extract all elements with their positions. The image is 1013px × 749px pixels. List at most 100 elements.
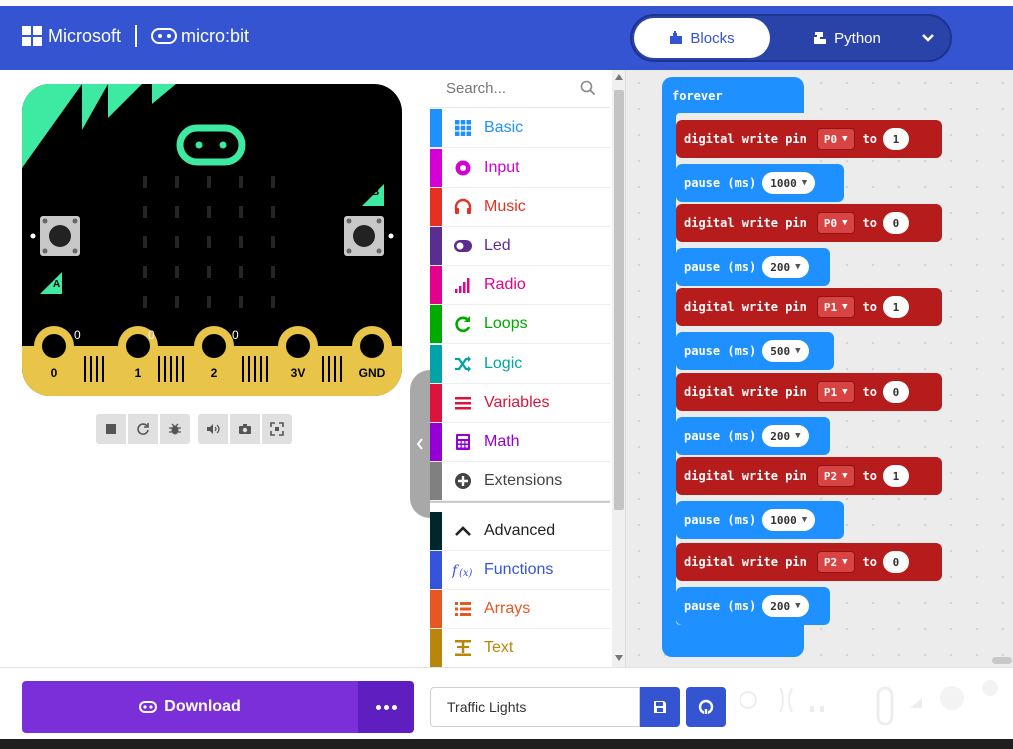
pause-value-dropdown[interactable]: 500 ▼ — [762, 340, 809, 362]
digital-write-block[interactable]: digital write pin P1 ▼ to 0 — [676, 373, 942, 411]
workspace-scrollbar[interactable] — [992, 657, 1012, 664]
pin-dropdown[interactable]: P2 ▼ — [816, 465, 855, 487]
pause-label: pause (ms) — [684, 513, 757, 527]
input-icon — [452, 157, 474, 179]
category-extensions[interactable]: Extensions — [430, 462, 610, 501]
category-basic[interactable]: Basic — [430, 109, 610, 148]
pin-output-value[interactable]: 0 — [882, 381, 909, 403]
category-label: Text — [484, 639, 514, 656]
blocks-tab[interactable]: Blocks — [634, 18, 770, 58]
toolbox-search[interactable]: Search... — [430, 70, 610, 108]
pin-readout-2: 0 — [232, 328, 239, 342]
pin-output-value[interactable]: 0 — [882, 212, 909, 234]
pause-label: pause (ms) — [684, 176, 757, 190]
github-button[interactable] — [686, 687, 726, 727]
pause-value-dropdown[interactable]: 200 ▼ — [762, 256, 809, 278]
pause-block[interactable]: pause (ms) 1000 ▼ — [676, 164, 844, 202]
pause-value: 200 — [770, 260, 791, 274]
pin-label-3v: 3V — [290, 366, 306, 380]
pin-dropdown[interactable]: P0 ▼ — [816, 128, 855, 150]
save-button[interactable] — [640, 687, 680, 727]
pause-value-dropdown[interactable]: 1000 ▼ — [762, 172, 816, 194]
signal-icon — [452, 274, 474, 296]
language-dropdown[interactable] — [910, 18, 946, 58]
scroll-thumb[interactable] — [614, 90, 624, 510]
pin-dropdown[interactable]: P1 ▼ — [816, 296, 855, 318]
category-logic[interactable]: Logic — [430, 345, 610, 384]
pause-block[interactable]: pause (ms) 1000 ▼ — [676, 501, 844, 539]
python-tab-label: Python — [834, 29, 881, 47]
project-name-input[interactable] — [430, 687, 640, 727]
chevron-down-icon — [922, 34, 934, 42]
caret-down-icon: ▼ — [842, 302, 848, 312]
pause-block[interactable]: pause (ms) 200 ▼ — [676, 417, 830, 455]
digital-write-block[interactable]: digital write pin P0 ▼ to 0 — [676, 204, 942, 242]
digital-write-label: digital write pin — [684, 216, 807, 230]
search-icon — [580, 80, 596, 96]
screenshot-button[interactable] — [230, 414, 260, 444]
stop-button[interactable] — [96, 414, 126, 444]
button-a-label: A — [53, 279, 61, 290]
pin-output-value[interactable]: 1 — [882, 465, 909, 487]
collapse-simulator-tab[interactable] — [410, 370, 430, 518]
pause-value-dropdown[interactable]: 200 ▼ — [762, 595, 809, 617]
pause-value: 1000 — [770, 176, 797, 190]
pause-value-dropdown[interactable]: 1000 ▼ — [762, 509, 816, 531]
digital-write-block[interactable]: digital write pin P1 ▼ to 1 — [676, 288, 942, 326]
blocks-workspace[interactable]: forever digital write pin P0 ▼ to 1 pause (ms… — [626, 70, 1013, 667]
category-arrays[interactable]: Arrays — [430, 590, 610, 629]
restart-button[interactable] — [128, 414, 158, 444]
pause-block[interactable]: pause (ms) 200 ▼ — [676, 248, 830, 286]
brand[interactable]: Microsoft micro:bit — [22, 22, 249, 50]
category-math[interactable]: Math — [430, 423, 610, 462]
pin-output-value[interactable]: 1 — [882, 128, 909, 150]
pause-label: pause (ms) — [684, 260, 757, 274]
scroll-up-icon[interactable] — [615, 74, 623, 80]
category-led[interactable]: Led — [430, 227, 610, 266]
category-color-bar — [430, 629, 442, 667]
pause-value-dropdown[interactable]: 200 ▼ — [762, 425, 809, 447]
category-music[interactable]: Music — [430, 188, 610, 227]
digital-write-block[interactable]: digital write pin P2 ▼ to 0 — [676, 543, 942, 581]
text-icon — [452, 637, 474, 659]
python-tab[interactable]: Python — [792, 18, 902, 58]
toolbox-scrollbar[interactable] — [612, 70, 625, 667]
mute-button[interactable] — [198, 414, 228, 444]
caret-down-icon: ▼ — [842, 134, 848, 144]
digital-write-block[interactable]: digital write pin P0 ▼ to 1 — [676, 120, 942, 158]
pause-value: 500 — [770, 344, 791, 358]
scroll-down-icon[interactable] — [615, 655, 623, 661]
category-text[interactable]: Text — [430, 629, 610, 667]
debug-button[interactable] — [160, 414, 190, 444]
category-advanced[interactable]: Advanced — [430, 512, 610, 551]
category-color-bar — [430, 305, 442, 343]
download-button[interactable]: Download — [22, 681, 358, 733]
pin-dropdown[interactable]: P0 ▼ — [816, 212, 855, 234]
pin-value: P2 — [823, 469, 838, 483]
pin-value: P2 — [823, 555, 838, 569]
digital-write-label: digital write pin — [684, 132, 807, 146]
to-label: to — [862, 300, 877, 314]
category-color-bar — [430, 345, 442, 383]
pin-value: P0 — [823, 132, 838, 146]
category-variables[interactable]: Variables — [430, 384, 610, 423]
category-label: Extensions — [484, 472, 563, 489]
download-more-button[interactable] — [358, 681, 414, 733]
pin-output-value[interactable]: 0 — [882, 551, 909, 573]
category-functions[interactable]: f (x) Functions — [430, 551, 610, 590]
chevron-up-icon — [452, 520, 474, 542]
category-divider — [430, 501, 610, 503]
category-loops[interactable]: Loops — [430, 305, 610, 344]
pause-block[interactable]: pause (ms) 500 ▼ — [676, 332, 834, 370]
pin-output-value[interactable]: 1 — [882, 296, 909, 318]
microbit-board[interactable]: 0 1 2 3V GND 0 0 0 A B — [22, 84, 402, 396]
pause-block[interactable]: pause (ms) 200 ▼ — [676, 587, 830, 625]
digital-write-block[interactable]: digital write pin P2 ▼ to 1 — [676, 457, 942, 495]
fullscreen-button[interactable] — [262, 414, 292, 444]
category-label: Loops — [484, 315, 528, 332]
category-input[interactable]: Input — [430, 149, 610, 188]
pin-dropdown[interactable]: P1 ▼ — [816, 381, 855, 403]
to-label: to — [862, 469, 877, 483]
category-radio[interactable]: Radio — [430, 266, 610, 305]
pin-dropdown[interactable]: P2 ▼ — [816, 551, 855, 573]
